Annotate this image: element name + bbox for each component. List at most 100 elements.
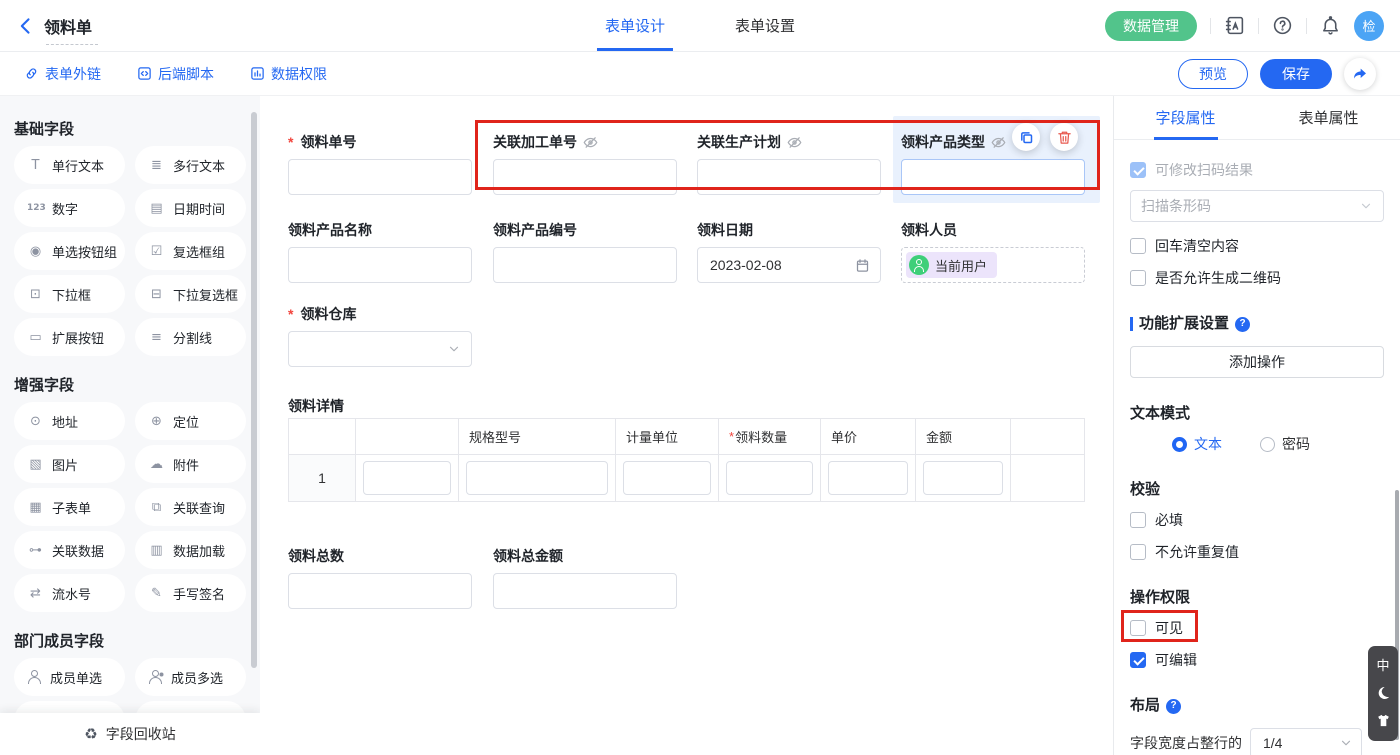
form-title[interactable]: 领料单	[44, 14, 92, 38]
sidebar-item-radio-group[interactable]: ◉单选按钮组	[14, 232, 125, 270]
sidebar-item-image[interactable]: ▧图片	[14, 445, 125, 483]
req-date-input[interactable]: 2023-02-08	[697, 247, 881, 283]
editable-checkbox[interactable]	[1130, 652, 1146, 668]
sidebar-item-member-multi[interactable]: 成员多选	[135, 658, 246, 696]
no-duplicate-checkbox[interactable]	[1130, 544, 1146, 560]
moon-icon[interactable]	[1375, 685, 1391, 701]
enter-clear-checkbox-row[interactable]: 回车清空内容	[1130, 236, 1384, 256]
sidebar-item-checkbox-group[interactable]: ☑复选框组	[135, 232, 246, 270]
scan-modify-checkbox	[1130, 162, 1146, 178]
help-circle-icon[interactable]: ?	[1235, 317, 1250, 332]
delete-field-button[interactable]	[1050, 123, 1078, 151]
subform-cell-input[interactable]	[363, 461, 451, 495]
qty-input[interactable]	[726, 461, 813, 495]
visible-checkbox-row[interactable]: 可见	[1130, 618, 1183, 638]
calendar-icon	[855, 258, 870, 273]
copy-field-button[interactable]	[1012, 123, 1040, 151]
text-mode-option-text[interactable]: 文本	[1172, 434, 1222, 454]
qrcode-checkbox-row[interactable]: 是否允许生成二维码	[1130, 268, 1384, 288]
sidebar-scrollbar[interactable]	[251, 112, 257, 668]
sub-toolbar: 表单外链 后端脚本 数据权限 预览 保存	[0, 52, 1400, 96]
req-person-input[interactable]: 当前用户	[901, 247, 1085, 283]
enter-clear-checkbox[interactable]	[1130, 238, 1146, 254]
price-input[interactable]	[828, 461, 908, 495]
data-manage-button[interactable]: 数据管理	[1105, 11, 1197, 41]
sidebar-item-divider-line[interactable]: ≡分割线	[135, 318, 246, 356]
editable-checkbox-row[interactable]: 可编辑	[1130, 650, 1384, 670]
tab-form-settings[interactable]: 表单设置	[735, 0, 795, 51]
top-bar: 领料单 表单设计 表单设置 数据管理 检	[0, 0, 1400, 52]
save-button[interactable]: 保存	[1260, 59, 1332, 89]
field-req-no[interactable]: 领料单号	[288, 132, 472, 195]
spec-input[interactable]	[466, 461, 608, 495]
subform-label: 领料详情	[288, 396, 344, 416]
tab-form-design[interactable]: 表单设计	[605, 0, 665, 51]
prod-code-input[interactable]	[493, 247, 677, 283]
text-mode-option-password[interactable]: 密码	[1260, 434, 1310, 454]
sidebar-item-multi-select[interactable]: ⊟下拉复选框	[135, 275, 246, 313]
sidebar-item-multi-line-text[interactable]: ≣多行文本	[135, 146, 246, 184]
back-icon[interactable]	[16, 16, 36, 36]
field-prod-name[interactable]: 领料产品名称	[288, 220, 472, 283]
sidebar-item-single-line-text[interactable]: T单行文本	[14, 146, 125, 184]
no-duplicate-checkbox-row[interactable]: 不允许重复值	[1130, 542, 1384, 562]
notification-bell-icon[interactable]	[1320, 15, 1341, 36]
prod-name-input[interactable]	[288, 247, 472, 283]
required-checkbox-row[interactable]: 必填	[1130, 510, 1384, 530]
unit-input[interactable]	[623, 461, 711, 495]
sidebar-item-extend-button[interactable]: ▭扩展按钮	[14, 318, 125, 356]
visible-checkbox[interactable]	[1130, 620, 1146, 636]
field-req-person[interactable]: 领料人员 当前用户	[901, 220, 1085, 283]
field-prod-code[interactable]: 领料产品编号	[493, 220, 677, 283]
sidebar-item-subform[interactable]: ▦子表单	[14, 488, 125, 526]
sidebar-item-number[interactable]: 123数字	[14, 189, 125, 227]
sidebar-item-data-load[interactable]: ▥数据加载	[135, 531, 246, 569]
total-qty-input[interactable]	[288, 573, 472, 609]
sidebar-item-linked-query[interactable]: ⧉关联查询	[135, 488, 246, 526]
prod-plan-input[interactable]	[697, 159, 881, 195]
backend-script-link[interactable]: 后端脚本	[137, 64, 214, 84]
help-icon[interactable]	[1272, 15, 1293, 36]
sidebar-item-member-single[interactable]: 成员单选	[14, 658, 125, 696]
field-recycle-bin[interactable]: ♻ 字段回收站	[0, 713, 260, 755]
field-total-qty[interactable]: 领料总数	[288, 546, 472, 609]
field-process-no[interactable]: 关联加工单号	[493, 132, 677, 195]
sidebar-item-serial-number[interactable]: ⇄流水号	[14, 574, 125, 612]
tab-form-properties[interactable]: 表单属性	[1257, 96, 1400, 139]
sidebar-item-attachment[interactable]: ☁附件	[135, 445, 246, 483]
preview-button[interactable]: 预览	[1178, 59, 1248, 89]
field-total-amount[interactable]: 领料总金额	[493, 546, 677, 609]
amount-input[interactable]	[923, 461, 1003, 495]
field-prod-plan[interactable]: 关联生产计划	[697, 132, 881, 195]
warehouse-select[interactable]	[288, 331, 472, 367]
field-warehouse[interactable]: 领料仓库	[288, 304, 472, 367]
sidebar-item-address[interactable]: ⊙地址	[14, 402, 125, 440]
field-width-select[interactable]: 1/4	[1250, 728, 1362, 755]
share-button[interactable]	[1344, 58, 1376, 90]
user-avatar[interactable]: 检	[1354, 11, 1384, 41]
sidebar-item-signature[interactable]: ✎手写签名	[135, 574, 246, 612]
col-header-trailing	[1011, 419, 1085, 455]
total-amount-input[interactable]	[493, 573, 677, 609]
process-no-input[interactable]	[493, 159, 677, 195]
add-action-button[interactable]: 添加操作	[1130, 346, 1384, 378]
sidebar-item-datetime[interactable]: ▤日期时间	[135, 189, 246, 227]
sidebar-item-linked-data[interactable]: ⊶关联数据	[14, 531, 125, 569]
help-circle-icon[interactable]: ?	[1166, 699, 1181, 714]
chevron-down-icon	[447, 342, 461, 356]
current-user-chip[interactable]: 当前用户	[906, 252, 997, 278]
shirt-icon[interactable]	[1376, 713, 1391, 728]
prod-type-input[interactable]	[901, 159, 1085, 195]
required-checkbox[interactable]	[1130, 512, 1146, 528]
language-label[interactable]: 中	[1376, 659, 1389, 672]
sidebar-item-location[interactable]: ⊕定位	[135, 402, 246, 440]
data-permission-link[interactable]: 数据权限	[250, 64, 327, 84]
form-external-link[interactable]: 表单外链	[24, 64, 101, 84]
sidebar-item-select[interactable]: ⊡下拉框	[14, 275, 125, 313]
address-book-icon[interactable]	[1224, 15, 1245, 36]
req-no-input[interactable]	[288, 159, 472, 195]
tab-field-properties[interactable]: 字段属性	[1114, 96, 1257, 139]
field-req-date[interactable]: 领料日期 2023-02-08	[697, 220, 881, 283]
qrcode-checkbox[interactable]	[1130, 270, 1146, 286]
floating-extension-widget[interactable]: 中	[1368, 646, 1398, 741]
